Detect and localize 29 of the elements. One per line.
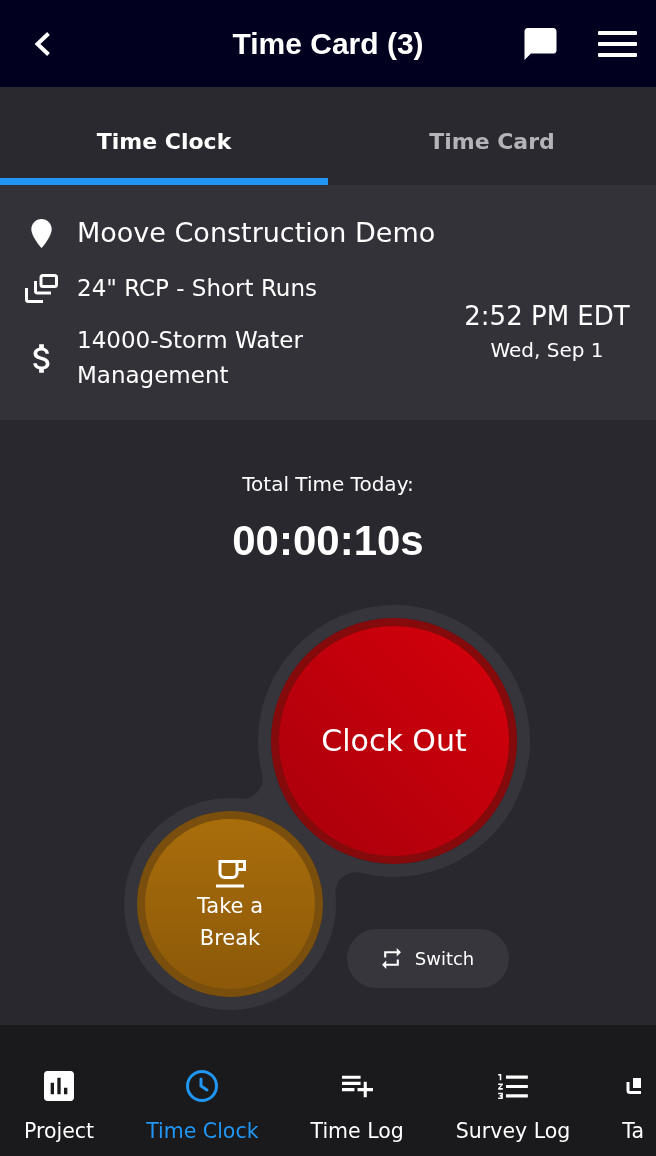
task-name: 24" RCP - Short Runs <box>77 274 317 303</box>
playlist-add-icon <box>341 1074 373 1098</box>
menu-icon[interactable] <box>598 30 637 57</box>
tab[interactable]: Time Clock <box>0 87 328 185</box>
switch-button[interactable]: Switch <box>347 929 509 988</box>
nav-item[interactable]: Time Log <box>310 1025 404 1156</box>
repeat-icon <box>381 948 401 969</box>
layers-icon <box>625 1077 641 1095</box>
project-name: Moove Construction Demo <box>77 216 436 250</box>
dollar-icon <box>31 343 51 373</box>
total-time-label: Total Time Today: <box>242 471 414 498</box>
nav-item[interactable]: Ta <box>622 1025 644 1156</box>
cost-code: 14000-Storm Water Management <box>77 326 304 390</box>
coffee-cup-icon <box>214 860 246 888</box>
bar-chart-icon <box>44 1071 75 1101</box>
back-icon[interactable] <box>33 30 51 57</box>
numbered-list-icon <box>498 1073 529 1099</box>
tab[interactable]: Time Card <box>328 87 656 185</box>
nav-item[interactable]: Survey Log <box>455 1025 571 1156</box>
clock-icon <box>186 1070 219 1102</box>
nav-item[interactable]: Project <box>24 1025 95 1156</box>
total-time-value: 00:00:10s <box>232 516 424 566</box>
current-date: Wed, Sep 1 <box>490 336 604 364</box>
chat-icon[interactable] <box>524 27 557 60</box>
location-pin-icon <box>30 218 52 248</box>
nav-item[interactable]: Time Clock <box>146 1025 259 1156</box>
current-time: 2:52 PM EDT <box>464 299 630 333</box>
screen-title: Time Card (3) <box>232 25 424 62</box>
stacked-layers-icon <box>24 273 58 303</box>
